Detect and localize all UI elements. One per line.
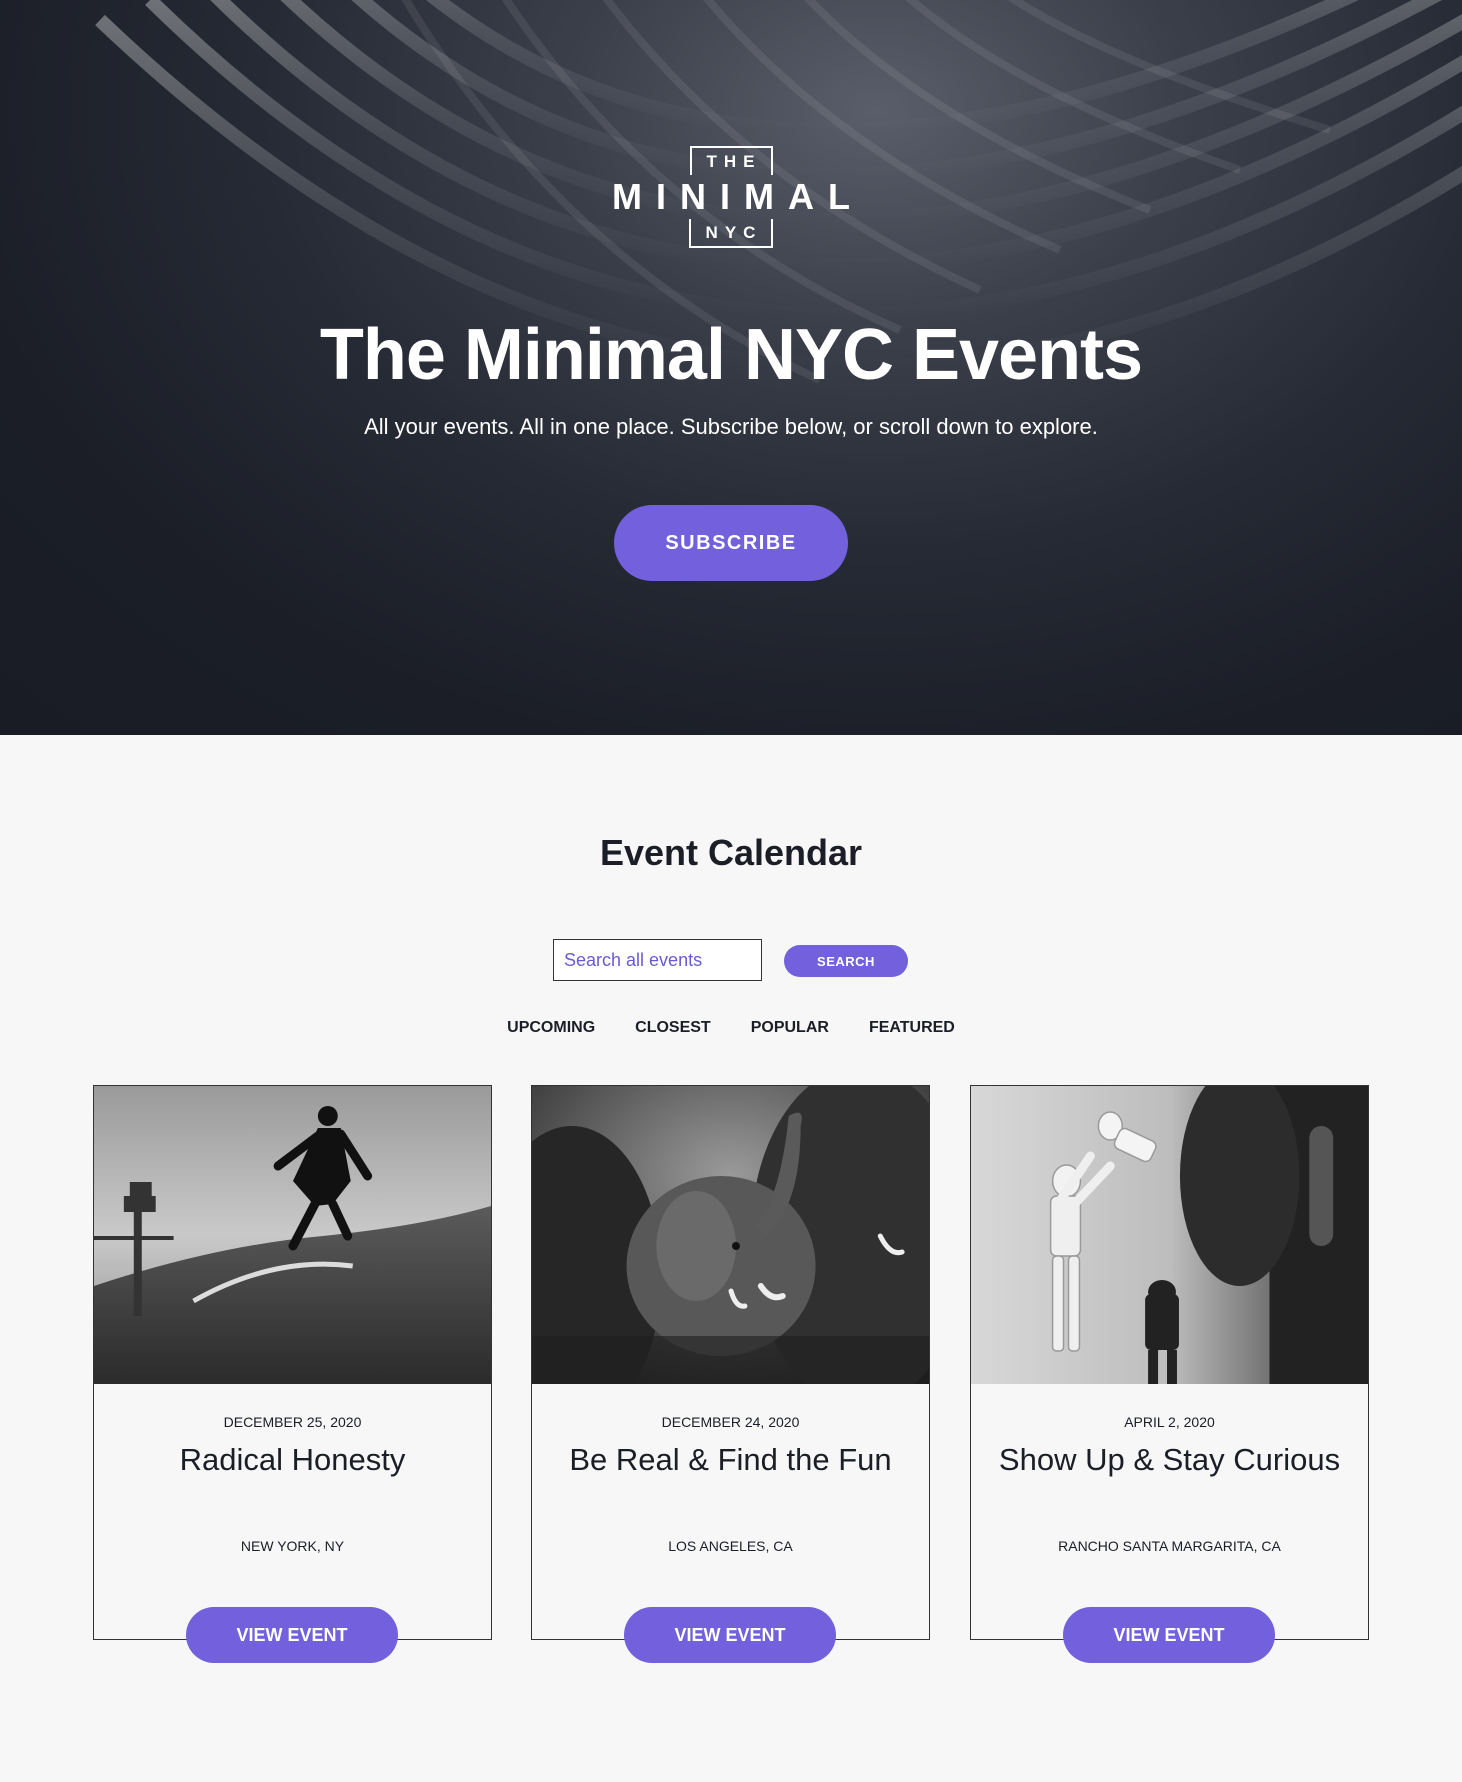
tab-featured[interactable]: FEATURED [869, 1019, 955, 1037]
subscribe-button[interactable]: SUBSCRIBE [614, 505, 848, 581]
search-button[interactable]: SEARCH [784, 945, 908, 977]
event-title[interactable]: Radical Honesty [114, 1440, 471, 1479]
hero-subtitle: All your events. All in one place. Subsc… [364, 414, 1098, 439]
tab-upcoming[interactable]: UPCOMING [507, 1019, 595, 1037]
section-title: Event Calendar [599, 832, 863, 873]
event-date: DECEMBER 25, 2020 [223, 1414, 362, 1430]
event-card: DECEMBER 24, 2020 Be Real & Find the Fun… [531, 1085, 930, 1640]
event-date: APRIL 2, 2020 [1124, 1414, 1215, 1430]
elephants-photo[interactable] [532, 1086, 929, 1384]
event-card: APRIL 2, 2020 Show Up & Stay Curious RAN… [970, 1085, 1369, 1640]
surfer-photo[interactable] [94, 1086, 491, 1384]
stormtrooper-toys-photo[interactable] [971, 1086, 1368, 1384]
logo-nyc: NYC [688, 219, 774, 248]
event-date: DECEMBER 24, 2020 [661, 1414, 800, 1430]
view-event-button[interactable]: VIEW EVENT [1063, 1607, 1275, 1663]
filter-tabs: UPCOMING CLOSEST POPULAR FEATURED [0, 1019, 1462, 1037]
view-event-button[interactable]: VIEW EVENT [186, 1607, 398, 1663]
brand-logo[interactable]: THE MINIMAL NYC [0, 146, 1462, 248]
event-cards: DECEMBER 25, 2020 Radical Honesty NEW YO… [93, 1085, 1369, 1665]
logo-minimal: MINIMAL [612, 176, 864, 217]
event-location: NEW YORK, NY [240, 1538, 345, 1554]
event-location: RANCHO SANTA MARGARITA, CA [1058, 1538, 1281, 1554]
event-title[interactable]: Be Real & Find the Fun [552, 1440, 909, 1479]
hero-banner: THE MINIMAL NYC The Minimal NYC Events A… [0, 0, 1462, 735]
event-location: LOS ANGELES, CA [668, 1538, 793, 1554]
tab-closest[interactable]: CLOSEST [635, 1019, 711, 1037]
event-title[interactable]: Show Up & Stay Curious [991, 1440, 1348, 1479]
page-title: The Minimal NYC Events [319, 315, 1143, 395]
logo-the: THE [689, 146, 773, 175]
tab-popular[interactable]: POPULAR [751, 1019, 829, 1037]
view-event-button[interactable]: VIEW EVENT [624, 1607, 836, 1663]
event-card: DECEMBER 25, 2020 Radical Honesty NEW YO… [93, 1085, 492, 1640]
search-input[interactable] [553, 939, 762, 981]
